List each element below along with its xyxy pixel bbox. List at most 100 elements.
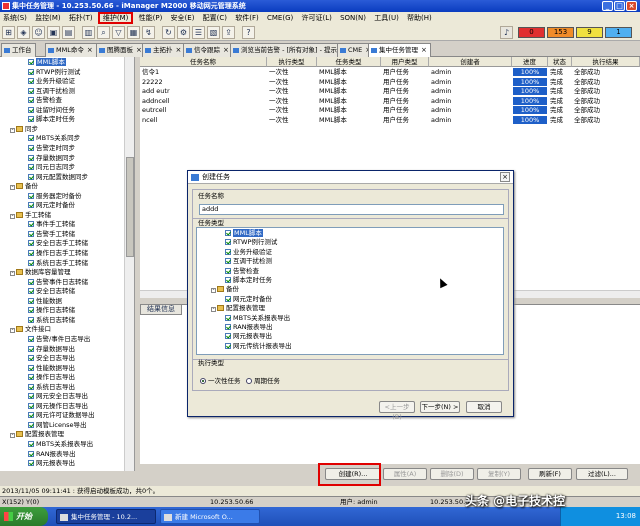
tree-item[interactable]: 网元报表导出 xyxy=(225,332,272,340)
tab-main-topology[interactable]: 主拓扑 × xyxy=(142,43,186,57)
table-row[interactable]: ncell 一次性 MML脚本 用户任务 admin 100% 完成 全部成功 xyxy=(140,116,640,125)
tree-item[interactable]: 事件手工转储 xyxy=(28,220,75,228)
table-row[interactable]: 信令1 一次性 MML脚本 用户任务 admin 100% 完成 全部成功 xyxy=(140,68,640,77)
table-row[interactable]: eutrcell 一次性 MML脚本 用户任务 admin 100% 完成 全部成功 xyxy=(140,106,640,115)
delete-button[interactable]: 删除(D) xyxy=(430,468,474,480)
chart-icon[interactable]: ▥ xyxy=(82,26,95,39)
export-icon[interactable]: ⇪ xyxy=(222,26,235,39)
menu-license[interactable]: 许可证(L) xyxy=(298,12,334,24)
tree-item[interactable]: 互调干扰检测 xyxy=(28,87,75,95)
trace-icon[interactable]: ↯ xyxy=(142,26,155,39)
tree-item[interactable]: 系统日志导出 xyxy=(28,383,75,391)
tree-item[interactable]: 脚本定时任务 xyxy=(28,115,75,123)
copy-button[interactable]: 复制(Y) xyxy=(477,468,521,480)
tree-item[interactable]: 驻留时间任务 xyxy=(28,106,75,114)
taskbar-item-task-management[interactable]: 集中任务管理 - 10.2... xyxy=(56,509,156,524)
tree-item[interactable]: 告警手工转储 xyxy=(28,230,75,238)
tree-item[interactable]: 业务升级验证 xyxy=(28,77,75,85)
user-icon[interactable]: ☺ xyxy=(32,26,45,39)
tree-item[interactable]: 存量数据导出 xyxy=(28,345,75,353)
menu-security[interactable]: 安全(E) xyxy=(168,12,198,24)
collapse-icon[interactable]: - xyxy=(10,433,15,439)
tree-item[interactable]: 告警事件日志转储 xyxy=(28,278,88,286)
menu-topology[interactable]: 拓扑(T) xyxy=(66,12,96,24)
filter-icon[interactable]: ▽ xyxy=(112,26,125,39)
tree-item[interactable]: RTWP例行测试 xyxy=(28,68,80,76)
cancel-button[interactable]: 取消 xyxy=(466,401,502,413)
tree-item[interactable]: MBTS关系报表导出 xyxy=(225,314,290,322)
scroll-thumb[interactable] xyxy=(126,157,134,257)
collapse-icon[interactable]: - xyxy=(211,288,216,294)
report-icon[interactable]: ▦ xyxy=(127,26,140,39)
tab-current-alarms[interactable]: 浏览当前告警 - [所有对象] - 提示× xyxy=(230,43,350,57)
tree-item[interactable]: 系统日志转储 xyxy=(28,316,75,324)
tab-result-info[interactable]: 结果信息 xyxy=(140,304,182,315)
alarm-minor-count[interactable]: 9 xyxy=(576,27,603,38)
tree-item[interactable]: 网元定时备份 xyxy=(225,295,272,303)
refresh-button[interactable]: 刷新(F) xyxy=(528,468,572,480)
column-header[interactable]: 用户类型 xyxy=(381,57,429,67)
tree-item[interactable]: 互调干扰检测 xyxy=(225,257,272,265)
collapse-icon[interactable]: - xyxy=(10,127,15,133)
start-button[interactable]: 开始 xyxy=(0,507,48,526)
collapse-icon[interactable]: - xyxy=(10,185,15,191)
menu-configuration[interactable]: 配置(C) xyxy=(200,12,230,24)
tree-item[interactable]: 操作日志导出 xyxy=(28,373,75,381)
tree-item[interactable]: 网元传统计报表导出 xyxy=(225,342,292,350)
table-row[interactable]: addncell 一次性 MML脚本 用户任务 admin 100% 完成 全部成功 xyxy=(140,96,640,106)
close-icon[interactable]: × xyxy=(223,46,229,54)
tree-item[interactable]: 同元日志同步 xyxy=(28,163,75,171)
collapse-icon[interactable]: - xyxy=(211,307,216,313)
tree-item[interactable]: 网元定时备份 xyxy=(28,201,75,209)
tree-folder[interactable]: - 配置报表管理 xyxy=(10,430,64,439)
close-icon[interactable]: × xyxy=(136,46,142,54)
refresh-icon[interactable]: ↻ xyxy=(162,26,175,39)
tree-item[interactable]: 脚本定时任务 xyxy=(225,276,272,284)
tree-item[interactable]: MML脚本 xyxy=(225,229,263,237)
tree-folder[interactable]: - 手工转储 xyxy=(10,211,51,219)
tree-folder[interactable]: - 数据库容量管理 xyxy=(10,268,71,277)
tree-item[interactable]: RAN报表导出 xyxy=(28,450,76,458)
exec-periodic-radio[interactable]: 周期任务 xyxy=(246,375,280,385)
tree-folder[interactable]: - 同步 xyxy=(10,125,38,133)
tree-scrollbar[interactable] xyxy=(124,57,134,471)
tree-item[interactable]: 安全日志手工转储 xyxy=(28,239,88,247)
alarm-icon[interactable]: ◈ xyxy=(17,26,30,39)
tree-item[interactable]: 网管License导出 xyxy=(28,421,87,429)
tree-item[interactable]: 存量数据同步 xyxy=(28,154,75,162)
column-header[interactable]: 创建者 xyxy=(429,57,512,67)
properties-button[interactable]: 属性(A) xyxy=(383,468,427,480)
monitor-icon[interactable]: ▤ xyxy=(62,26,75,39)
exec-once-radio[interactable]: 一次性任务 xyxy=(200,375,241,385)
alarm-major-count[interactable]: 153 xyxy=(547,27,574,38)
help-icon[interactable]: ? xyxy=(242,26,255,39)
menu-software[interactable]: 软件(F) xyxy=(232,12,262,24)
lock-icon[interactable]: ▣ xyxy=(47,26,60,39)
collapse-icon[interactable]: - xyxy=(10,271,15,277)
tree-folder[interactable]: - 配置报表管理 xyxy=(211,304,265,313)
close-icon[interactable]: × xyxy=(176,46,182,54)
topology-icon[interactable]: ⊞ xyxy=(2,26,15,39)
tab-workbench[interactable]: 工作台 xyxy=(1,43,36,57)
next-step-button[interactable]: 下一步(N) > xyxy=(420,401,460,413)
table-row[interactable]: 22222 一次性 MML脚本 用户任务 admin 100% 完成 全部成功 xyxy=(140,77,640,87)
tree-folder[interactable]: - 备份 xyxy=(211,285,239,294)
filter-button[interactable]: 过滤(L)... xyxy=(576,468,628,480)
tree-item[interactable]: MBTS关系同步 xyxy=(28,134,80,142)
menu-monitor[interactable]: 监控(M) xyxy=(32,12,64,24)
tree-item[interactable]: 操作日志转储 xyxy=(28,306,75,314)
column-header[interactable]: 执行结果 xyxy=(572,57,640,67)
alarm-critical-count[interactable]: 0 xyxy=(518,27,545,38)
tab-signaling-trace[interactable]: 信令跟踪 × xyxy=(183,43,233,57)
task-icon[interactable]: ☰ xyxy=(192,26,205,39)
dialog-close-button[interactable]: × xyxy=(500,172,510,182)
tree-item[interactable]: MML脚本 xyxy=(28,58,66,66)
menu-son[interactable]: SON(N) xyxy=(337,12,369,24)
tree-item[interactable]: 网元配置数据同步 xyxy=(28,173,88,181)
menu-cme[interactable]: CME(G) xyxy=(264,12,296,24)
tree-item[interactable]: 告警/事件日志导出 xyxy=(28,335,90,343)
dialog-tree-scrollbar[interactable] xyxy=(503,228,504,354)
tree-item[interactable]: 告警检查 xyxy=(225,267,259,275)
tree-item[interactable]: 告警检查 xyxy=(28,96,62,104)
close-button[interactable]: × xyxy=(626,1,637,11)
